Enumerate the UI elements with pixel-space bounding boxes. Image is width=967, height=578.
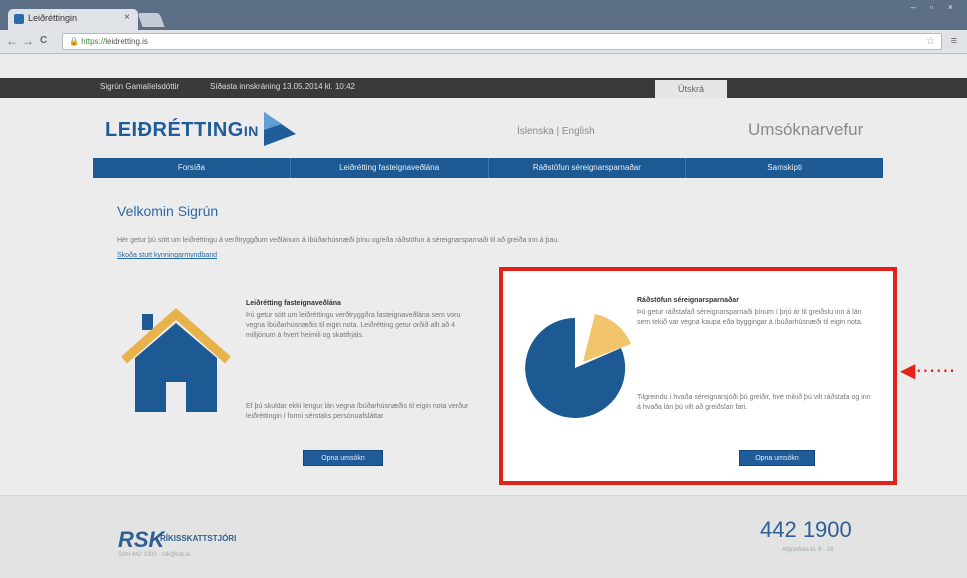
intro-video-link[interactable]: Skoða stutt kynningarmyndband <box>117 252 217 259</box>
last-login: Síðasta innskráning 13.05.2014 kl. 10:42 <box>210 82 355 91</box>
menu-item-forsida[interactable]: Forsíða <box>93 158 291 178</box>
reload-icon[interactable]: C <box>40 35 47 46</box>
phone-number: 442 1900 <box>760 517 852 542</box>
card-text: Þú getur sótt um leiðréttingu verðtryggð… <box>246 312 461 339</box>
user-name: Sigrún Gamalíelsdóttir <box>100 82 180 91</box>
house-icon <box>121 308 231 412</box>
rsk-name: RÍKISSKATTSTJÓRI <box>160 534 237 543</box>
url-path: leidretting.is <box>105 37 148 46</box>
open-application-button[interactable]: Opna umsókn <box>739 450 815 466</box>
main-menu: Forsíða Leiðrétting fasteignaveðlána Ráð… <box>93 158 883 178</box>
site-logo[interactable]: LEIÐRÉTTINGIN <box>105 119 259 142</box>
address-bar[interactable]: 🔒 https://leidretting.is <box>62 33 942 50</box>
menu-item-sereignarsparnadur[interactable]: Ráðstöfun séreignarsparnaðar <box>489 158 687 178</box>
favicon-icon <box>14 14 24 24</box>
language-switch[interactable]: Íslenska | English <box>517 126 595 137</box>
browser-tab[interactable]: Leiðréttingin × <box>8 9 138 30</box>
annotation-arrow-icon: ◀⋯⋯ <box>900 360 956 382</box>
card-title: Ráðstöfun séreignarsparnaðar <box>637 297 739 304</box>
url-scheme: https:// <box>81 37 106 46</box>
card-text: Þú getur ráðstafað séreignarsparnaði þín… <box>637 309 863 326</box>
page-title: Velkomin Sigrún <box>117 203 219 219</box>
window-controls[interactable]: – ▫ × <box>911 2 959 12</box>
section-title: Umsóknarvefur <box>748 120 864 139</box>
rsk-contact: Sími 442 1000 · rsk@rsk.is <box>118 552 191 558</box>
pie-chart-icon <box>525 314 631 418</box>
new-tab-button[interactable] <box>137 13 165 27</box>
open-application-button[interactable]: Opna umsókn <box>303 450 383 466</box>
forward-icon[interactable]: → <box>22 34 34 48</box>
logo-text: LEIÐRÉTTING <box>105 119 244 141</box>
tab-title: Leiðréttingin <box>28 13 78 23</box>
browser-menu-icon[interactable]: ≡ <box>951 35 957 47</box>
menu-item-samskipti[interactable]: Samskipti <box>686 158 883 178</box>
opening-hours: Afgreiðsla kl. 9 - 16 <box>782 547 834 553</box>
logo-arrow-icon <box>264 112 296 146</box>
logo-suffix: IN <box>243 123 259 139</box>
logout-button[interactable]: Útskrá <box>655 80 727 98</box>
card-title: Leiðrétting fasteignaveðlána <box>246 300 341 307</box>
menu-item-fasteignavedlan[interactable]: Leiðrétting fasteignaveðlána <box>291 158 489 178</box>
rsk-logo[interactable]: RSK <box>118 527 164 553</box>
lock-icon: 🔒 <box>69 37 79 46</box>
bookmark-star-icon[interactable]: ☆ <box>926 36 935 47</box>
intro-text: Hér getur þú sótt um leiðréttingu á verð… <box>117 237 560 244</box>
card-text: Ef þú skuldar ekki lengur lán vegna íbúð… <box>246 403 469 420</box>
user-topbar: Sigrún Gamalíelsdóttir Síðasta innskráni… <box>0 78 967 98</box>
card-text: Tilgreindu í hvaða séreignarsjóði þú gre… <box>637 394 871 411</box>
browser-toolbar: ← → C 🔒 https://leidretting.is ☆ ≡ <box>0 30 967 54</box>
tab-close-icon[interactable]: × <box>124 12 130 23</box>
back-icon[interactable]: ← <box>6 34 18 48</box>
